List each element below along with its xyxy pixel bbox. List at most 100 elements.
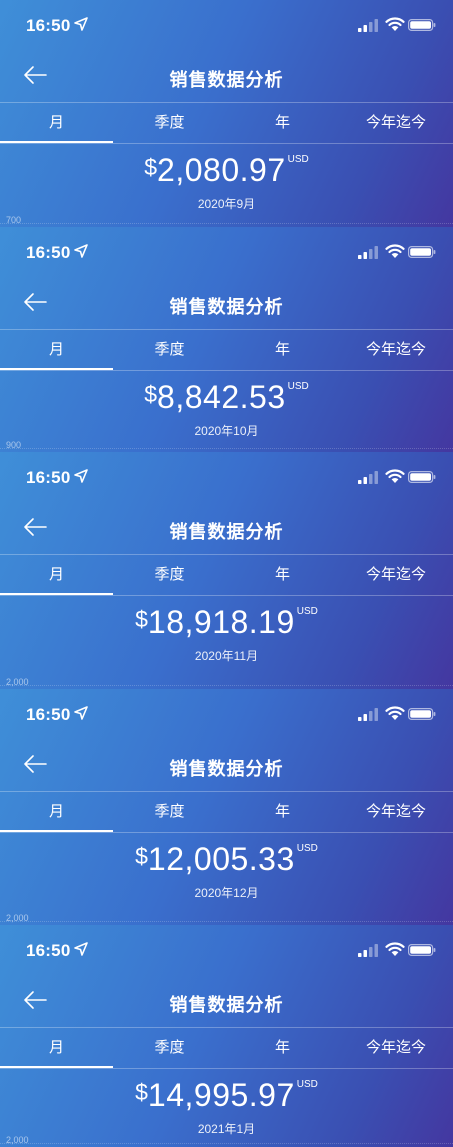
battery-icon bbox=[408, 246, 436, 258]
status-time: 16:50 bbox=[26, 16, 71, 35]
page-title: 销售数据分析 bbox=[169, 522, 284, 542]
period-label: 2021年1月 bbox=[197, 1122, 256, 1136]
period-tabs: 月 季度 年 今年迄今 bbox=[0, 103, 453, 143]
tab-year-to-date[interactable]: 今年迄今 bbox=[339, 103, 453, 143]
period-label: 2020年11月 bbox=[194, 649, 259, 663]
status-bar: 16:50 bbox=[0, 0, 453, 40]
currency-symbol: $ bbox=[135, 606, 148, 632]
sales-amount: $12,005.33 USD bbox=[0, 841, 453, 878]
status-bar: 16:50 bbox=[0, 925, 453, 965]
currency-unit: USD bbox=[296, 843, 318, 854]
tabs-divider bbox=[0, 595, 453, 596]
status-time: 16:50 bbox=[26, 705, 71, 724]
amount-value: 12,005.33 bbox=[147, 841, 295, 877]
chart-axis-tick: 2,000 bbox=[6, 913, 29, 923]
cellular-signal-icon bbox=[358, 708, 378, 721]
screen-panel: 16:50 销售数据分析 bbox=[0, 925, 453, 1147]
page-title: 销售数据分析 bbox=[169, 995, 284, 1015]
currency-symbol: $ bbox=[144, 381, 158, 407]
amount-value: 18,918.19 bbox=[147, 604, 295, 640]
tabs-divider bbox=[0, 832, 453, 833]
chart-axis-tick: 2,000 bbox=[6, 1135, 29, 1145]
page-title: 销售数据分析 bbox=[169, 70, 284, 90]
cellular-signal-icon bbox=[358, 471, 378, 484]
currency-symbol: $ bbox=[144, 154, 158, 180]
page-title: 销售数据分析 bbox=[169, 759, 284, 779]
screen-panel: 16:50 销售数据分析 bbox=[0, 227, 453, 452]
location-arrow-icon bbox=[74, 17, 88, 31]
battery-icon bbox=[408, 944, 436, 956]
location-arrow-icon bbox=[74, 469, 88, 483]
period-tabs: 月 季度 年 今年迄今 bbox=[0, 1028, 453, 1068]
wifi-icon bbox=[385, 469, 405, 483]
tab-quarter[interactable]: 季度 bbox=[113, 1028, 226, 1068]
tabs-divider bbox=[0, 1068, 453, 1069]
tab-quarter[interactable]: 季度 bbox=[113, 555, 226, 595]
battery-icon bbox=[408, 19, 436, 31]
tab-year[interactable]: 年 bbox=[226, 792, 339, 832]
sales-amount: $8,842.53 USD bbox=[0, 379, 453, 416]
sales-amount: $18,918.19 USD bbox=[0, 604, 453, 641]
cellular-signal-icon bbox=[358, 246, 378, 259]
status-time: 16:50 bbox=[26, 243, 71, 262]
amount-value: 14,995.97 bbox=[147, 1077, 295, 1113]
chart-gridline bbox=[0, 448, 453, 449]
currency-unit: USD bbox=[296, 1079, 318, 1090]
tab-quarter[interactable]: 季度 bbox=[113, 330, 226, 370]
period-tabs: 月 季度 年 今年迄今 bbox=[0, 555, 453, 595]
screen-panel: 16:50 销售数据分析 bbox=[0, 0, 453, 227]
wifi-icon bbox=[385, 706, 405, 720]
tab-year[interactable]: 年 bbox=[226, 330, 339, 370]
sales-amount: $14,995.97 USD bbox=[0, 1077, 453, 1114]
wifi-icon bbox=[385, 17, 405, 31]
cellular-signal-icon bbox=[358, 944, 378, 957]
tab-month[interactable]: 月 bbox=[0, 330, 113, 370]
chart-axis-tick: 900 bbox=[6, 440, 22, 450]
tab-month[interactable]: 月 bbox=[0, 792, 113, 832]
tab-quarter[interactable]: 季度 bbox=[113, 103, 226, 143]
tab-year-to-date[interactable]: 今年迄今 bbox=[339, 555, 453, 595]
status-time: 16:50 bbox=[26, 468, 71, 487]
tab-quarter[interactable]: 季度 bbox=[113, 792, 226, 832]
location-arrow-icon bbox=[74, 706, 88, 720]
tab-year[interactable]: 年 bbox=[226, 1028, 339, 1068]
period-tabs: 月 季度 年 今年迄今 bbox=[0, 792, 453, 832]
page-title: 销售数据分析 bbox=[169, 297, 284, 317]
chart-gridline bbox=[0, 223, 453, 224]
chart-gridline bbox=[0, 685, 453, 686]
chart-gridline bbox=[0, 1143, 453, 1144]
tab-year[interactable]: 年 bbox=[226, 555, 339, 595]
location-arrow-icon bbox=[74, 942, 88, 956]
amount-value: 8,842.53 bbox=[157, 379, 286, 415]
tab-year[interactable]: 年 bbox=[226, 103, 339, 143]
chart-axis-tick: 2,000 bbox=[6, 677, 29, 687]
tab-month[interactable]: 月 bbox=[0, 103, 113, 143]
cellular-signal-icon bbox=[358, 19, 378, 32]
tab-month[interactable]: 月 bbox=[0, 555, 113, 595]
battery-icon bbox=[408, 708, 436, 720]
screen-panel: 16:50 销售数据分析 bbox=[0, 452, 453, 689]
currency-unit: USD bbox=[296, 606, 318, 617]
status-bar: 16:50 bbox=[0, 452, 453, 492]
chart-axis-tick: 700 bbox=[6, 215, 22, 225]
location-arrow-icon bbox=[74, 244, 88, 258]
tabs-divider bbox=[0, 143, 453, 144]
status-bar: 16:50 bbox=[0, 227, 453, 267]
tab-year-to-date[interactable]: 今年迄今 bbox=[339, 792, 453, 832]
battery-icon bbox=[408, 471, 436, 483]
status-bar: 16:50 bbox=[0, 689, 453, 729]
tabs-divider bbox=[0, 370, 453, 371]
tab-year-to-date[interactable]: 今年迄今 bbox=[339, 1028, 453, 1068]
wifi-icon bbox=[385, 244, 405, 258]
currency-symbol: $ bbox=[135, 843, 148, 869]
tab-year-to-date[interactable]: 今年迄今 bbox=[339, 330, 453, 370]
amount-value: 2,080.97 bbox=[157, 152, 286, 188]
period-label: 2020年12月 bbox=[194, 886, 259, 900]
status-time: 16:50 bbox=[26, 941, 71, 960]
wifi-icon bbox=[385, 942, 405, 956]
currency-symbol: $ bbox=[135, 1079, 148, 1105]
period-label: 2020年10月 bbox=[194, 424, 259, 438]
currency-unit: USD bbox=[287, 381, 309, 392]
sales-amount: $2,080.97 USD bbox=[0, 152, 453, 189]
tab-month[interactable]: 月 bbox=[0, 1028, 113, 1068]
